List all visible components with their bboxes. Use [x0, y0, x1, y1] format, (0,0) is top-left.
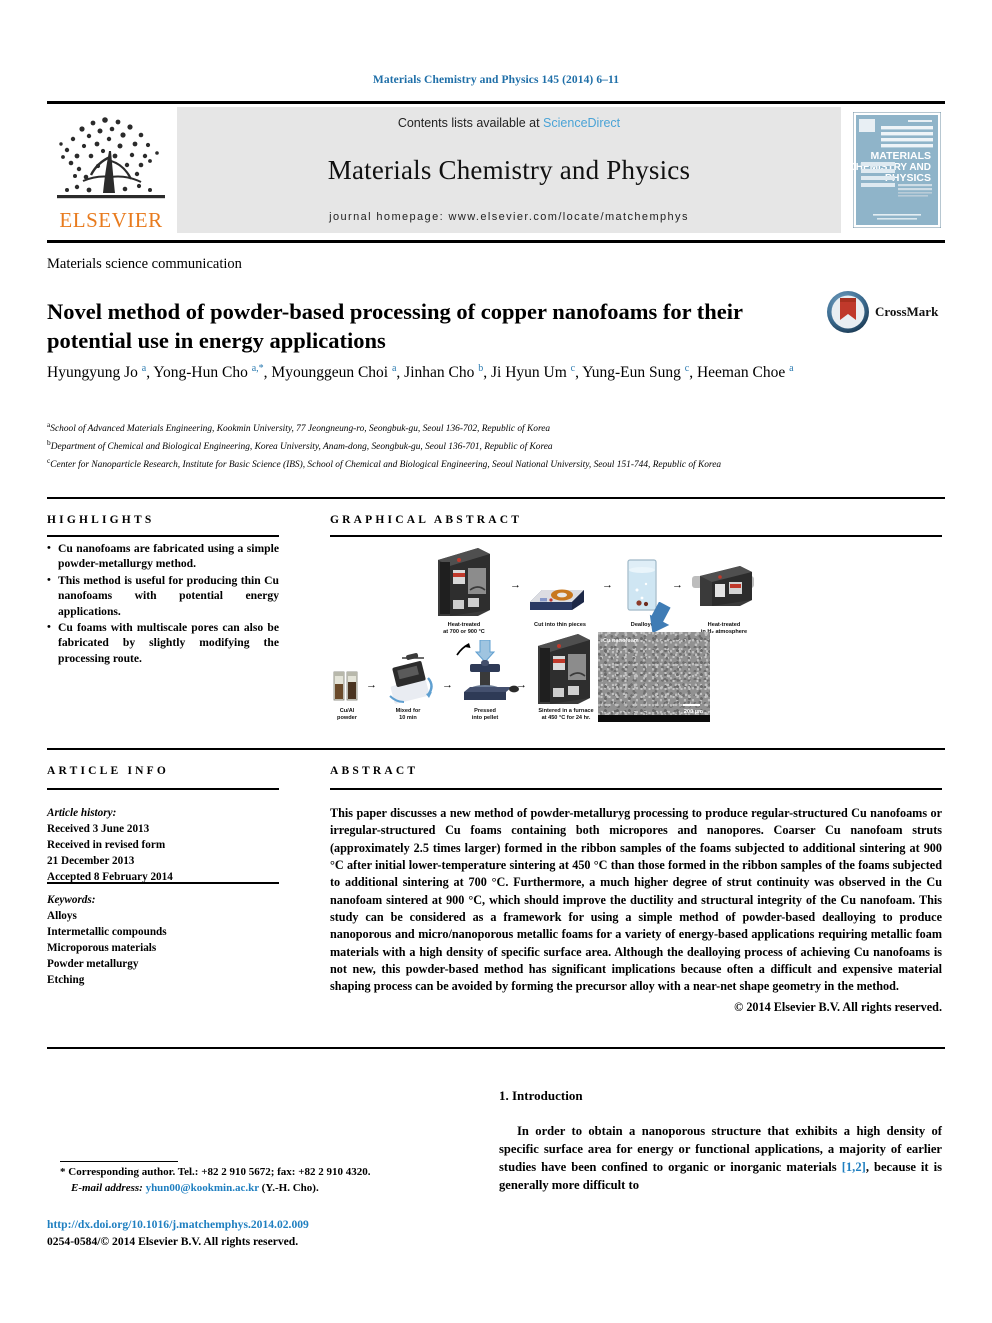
article-type: Materials science communication [47, 256, 242, 272]
doi-link[interactable]: http://dx.doi.org/10.1016/j.matchemphys.… [47, 1217, 477, 1234]
list-item: Cu foams with multiscale pores can also … [47, 620, 279, 666]
furnace-icon [438, 548, 490, 616]
keyword-item: Microporous materials [47, 941, 157, 954]
graphical-abstract-underline [330, 535, 942, 537]
highlights-underline [47, 535, 279, 537]
crossmark-badge[interactable]: CrossMark [826, 288, 944, 336]
ga-arrow-1: → [510, 579, 521, 591]
keyword-item: Etching [47, 973, 85, 986]
journal-title: Materials Chemistry and Physics [327, 155, 691, 185]
abstract-heading: ABSTRACT [330, 765, 419, 777]
pellet-icon [509, 685, 519, 693]
ga-arrow-3: → [672, 579, 683, 591]
introduction-heading: 1. Introduction [499, 1088, 583, 1103]
elsevier-logo: ELSEVIER [47, 107, 175, 233]
journal-masthead: ELSEVIER Contents lists available at Sci… [47, 107, 945, 233]
abstract-underline [330, 788, 942, 790]
abstract-copyright: © 2014 Elsevier B.V. All rights reserved… [734, 1000, 942, 1014]
contents-available-line: Contents lists available at ScienceDirec… [398, 116, 620, 130]
masthead-top-rule [47, 101, 945, 104]
page-title: Novel method of powder-based processing … [47, 299, 743, 353]
furnace-icon [538, 634, 590, 704]
ga-top-label-0: Heat-treated at 700 or 900 °C [443, 622, 485, 636]
footnote-rule [60, 1161, 178, 1163]
sciencedirect-link[interactable]: ScienceDirect [543, 116, 620, 130]
keyword-item: Intermetallic compounds [47, 925, 167, 938]
email-link[interactable]: yhun00@kookmin.ac.kr [146, 1182, 259, 1194]
affiliation-list: aSchool of Advanced Materials Engineerin… [47, 419, 837, 472]
crossmark-label: CrossMark [875, 304, 939, 319]
sem-info-bar [598, 715, 710, 722]
email-line: E-mail address: yhun00@kookmin.ac.kr (Y.… [71, 1181, 319, 1194]
mixer-icon [389, 653, 433, 704]
ga-top-label-1: Cut into thin pieces [534, 622, 586, 628]
highlights-top-rule [47, 497, 945, 499]
ga-bottom-label-1: Mixed for 10 min [395, 708, 421, 722]
ga-arrow-5: → [442, 679, 453, 691]
ga-arrow-2: → [602, 579, 613, 591]
paper-page: Materials Chemistry and Physics 145 (201… [0, 0, 992, 1323]
graphical-abstract-figure: Heat-treated at 700 or 900 °C → Cut into … [330, 540, 942, 740]
article-history: Article history: Received 3 June 2013 Rece… [47, 806, 287, 886]
list-item: This method is useful for producing thin… [47, 573, 279, 619]
blue-pointer-arrow-icon [649, 602, 671, 634]
keyword-item: Alloys [47, 909, 77, 922]
elsevier-wordmark: ELSEVIER [59, 208, 163, 232]
contents-prefix: Contents lists available at [397, 116, 544, 130]
highlights-items: Cu nanofoams are fabricated using a simp… [47, 541, 279, 666]
affiliation: bDepartment of Chemical and Biological E… [47, 437, 553, 452]
cover-image: MATERIALS CHEMISTRY AND PHYSICS [853, 112, 941, 228]
doi-and-issn: http://dx.doi.org/10.1016/j.matchemphys.… [47, 1217, 477, 1251]
tube-furnace-icon [692, 566, 754, 606]
ga-bottom-label-2: Pressed into pellet [471, 708, 499, 722]
author-list: Hyungyung Jo a, Yong-Hun Cho a,*, Myoung… [47, 363, 794, 382]
keywords-label: Keywords: [47, 894, 96, 906]
abstract-text: This paper discusses a new method of pow… [330, 806, 942, 994]
introduction-paragraph: In order to obtain a nanoporous structur… [499, 1124, 943, 1192]
graphical-abstract-bottom-rule [47, 748, 945, 750]
affiliation: aSchool of Advanced Materials Engineerin… [47, 420, 551, 435]
press-icon [464, 640, 512, 700]
sem-scale-bar [683, 704, 700, 706]
list-item: Cu nanofoams are fabricated using a simp… [47, 541, 279, 572]
journal-homepage[interactable]: journal homepage: www.elsevier.com/locat… [329, 211, 689, 223]
sem-caption: Cu nanofoam [603, 638, 639, 644]
graphical-abstract-heading: GRAPHICAL ABSTRACT [330, 514, 523, 526]
highlights-body: Cu nanofoams are fabricated using a simp… [47, 541, 279, 667]
article-history-line: Received 3 June 2013 [47, 822, 150, 835]
keyword-item: Powder metallurgy [47, 957, 139, 970]
running-head: Materials Chemistry and Physics 145 (201… [372, 74, 620, 86]
sem-micrograph: Cu nanofoam 200 µm [598, 632, 710, 722]
abstract-bottom-rule [47, 1047, 945, 1049]
ga-bottom-label-0: Cu/Al powder [337, 708, 357, 722]
article-history-line: Received in revised form [47, 838, 166, 851]
svg-text:MATERIALS: MATERIALS [871, 150, 931, 162]
article-history-label: Article history: [47, 807, 117, 819]
powder-vials-icon [333, 671, 358, 701]
corresponding-author-note: * Corresponding author. Tel.: +82 2 910 … [60, 1165, 480, 1197]
corresponding-line: * Corresponding author. Tel.: +82 2 910 … [60, 1166, 371, 1178]
crossmark-icon [827, 291, 869, 333]
elsevier-tree-icon [57, 117, 165, 199]
issn-copyright: 0254-0584/© 2014 Elsevier B.V. All right… [47, 1234, 299, 1248]
affiliation: cCenter for Nanoparticle Research, Insti… [47, 455, 722, 470]
cutting-machine-icon [530, 589, 584, 610]
keywords-block: Keywords: Alloys Intermetallic compounds Mi… [47, 893, 287, 988]
highlights-heading: HIGHLIGHTS [47, 514, 155, 526]
keywords-rule [47, 882, 279, 884]
article-info-underline [47, 788, 279, 790]
article-info-heading: ARTICLE INFO [47, 765, 170, 777]
journal-cover-thumbnail: MATERIALS CHEMISTRY AND PHYSICS [849, 107, 945, 233]
journal-band: Contents lists available at ScienceDirec… [177, 107, 841, 233]
masthead-bottom-rule [47, 240, 945, 243]
article-history-line: 21 December 2013 [47, 854, 135, 867]
ga-arrow-4: → [366, 679, 377, 691]
citation-link[interactable]: [1,2] [842, 1160, 866, 1174]
